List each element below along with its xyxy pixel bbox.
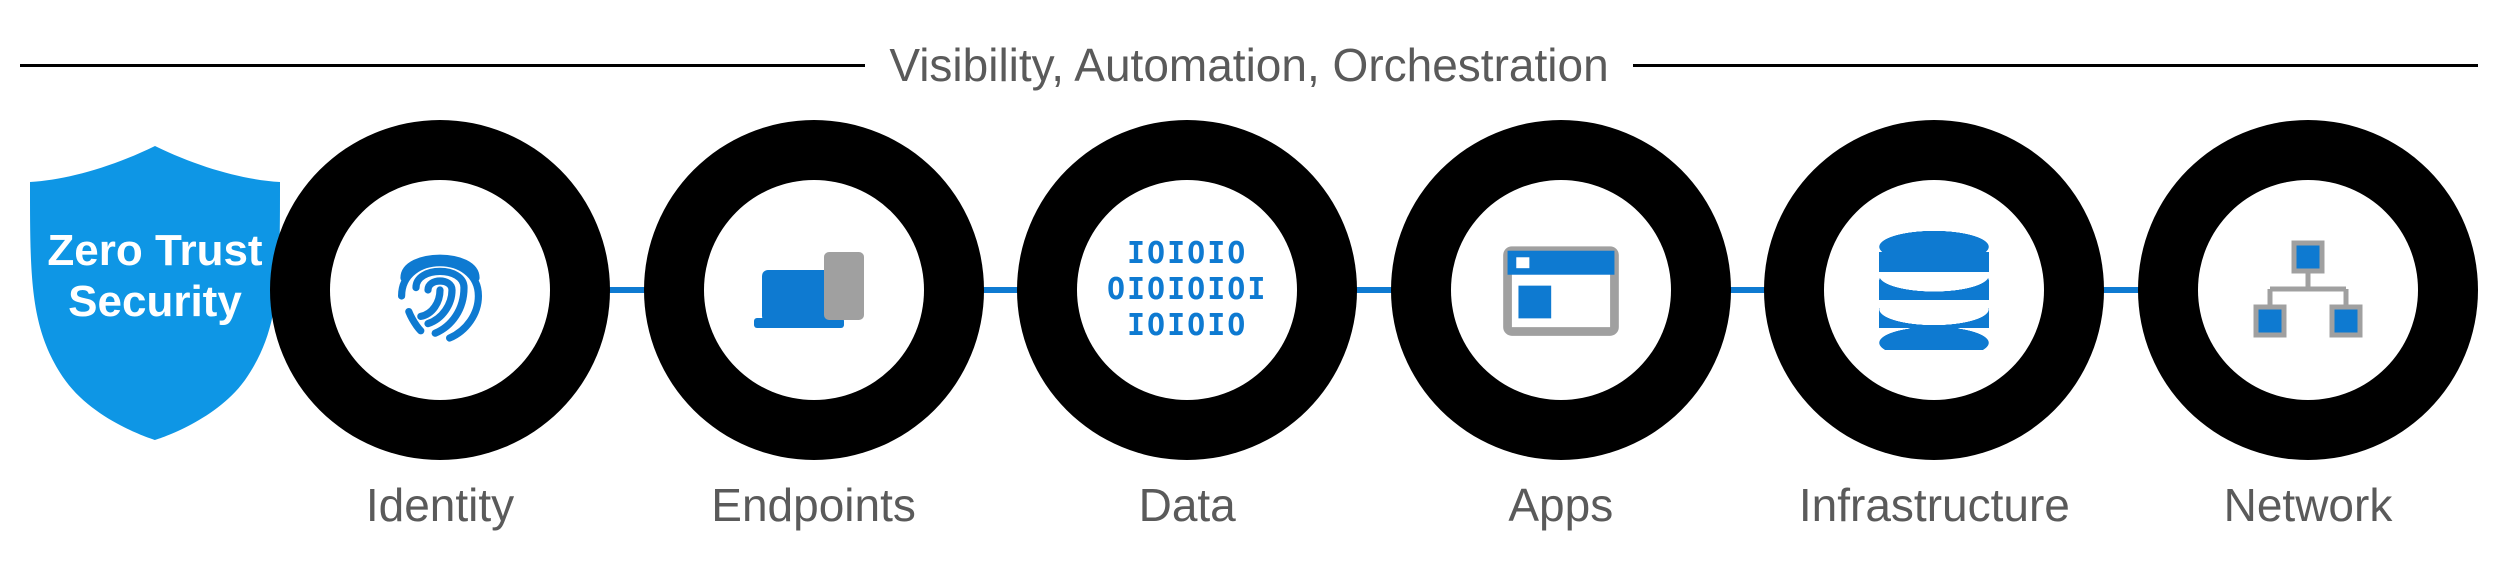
pillar-ring — [270, 120, 610, 460]
pillar-apps: Apps — [1391, 120, 1731, 460]
pillar-ring — [2138, 120, 2478, 460]
header-label: Visibility, Automation, Orchestration — [889, 38, 1608, 92]
pillar-ring-inner — [1824, 180, 2044, 400]
pillar-ring — [1764, 120, 2104, 460]
pillar-ring-inner: IOIOIO OIOIOIOI IOIOIO — [1077, 180, 1297, 400]
pillar-label: Apps — [1508, 478, 1613, 532]
pillar-ring-inner — [1451, 180, 1671, 400]
devices-icon — [754, 230, 874, 350]
pillar-ring — [644, 120, 984, 460]
pillar-label: Identity — [366, 478, 514, 532]
pillar-data: IOIOIO OIOIOIOI IOIOIO Data — [1017, 120, 1357, 460]
header-divider: Visibility, Automation, Orchestration — [20, 38, 2478, 92]
pillar-ring: IOIOIO OIOIOIOI IOIOIO — [1017, 120, 1357, 460]
binary-line: IOIOIO — [1127, 236, 1247, 271]
shield-title: Zero Trust Security — [20, 226, 290, 327]
diagram-row: Zero Trust Security — [20, 110, 2478, 470]
pillar-label: Endpoints — [711, 478, 916, 532]
fingerprint-icon — [380, 230, 500, 350]
pillar-label: Infrastructure — [1799, 478, 2070, 532]
binary-line: IOIOIO — [1127, 308, 1247, 343]
zero-trust-shield: Zero Trust Security — [20, 140, 290, 440]
pillar-infrastructure: Infrastructure — [1764, 120, 2104, 460]
pillar-ring-inner — [330, 180, 550, 400]
shield-title-line1: Zero Trust — [47, 226, 262, 275]
shield-title-line2: Security — [68, 277, 242, 326]
pillar-label: Network — [2224, 478, 2393, 532]
pillar-ring-inner — [704, 180, 924, 400]
pillar-identity: Identity — [270, 120, 610, 460]
header-rule-left — [20, 64, 865, 67]
pillar-label: Data — [1139, 478, 1236, 532]
header-rule-right — [1633, 64, 2478, 67]
pillars-container: Identity Endpoints IOIOIO — [270, 120, 2478, 460]
network-icon — [2248, 230, 2368, 350]
binary-icon: IOIOIO OIOIOIOI IOIOIO — [1107, 236, 1268, 344]
app-window-icon — [1501, 230, 1621, 350]
binary-line: OIOIOIOI — [1107, 272, 1268, 307]
pillar-endpoints: Endpoints — [644, 120, 984, 460]
pillar-ring — [1391, 120, 1731, 460]
pillar-network: Network — [2138, 120, 2478, 460]
pillar-ring-inner — [2198, 180, 2418, 400]
